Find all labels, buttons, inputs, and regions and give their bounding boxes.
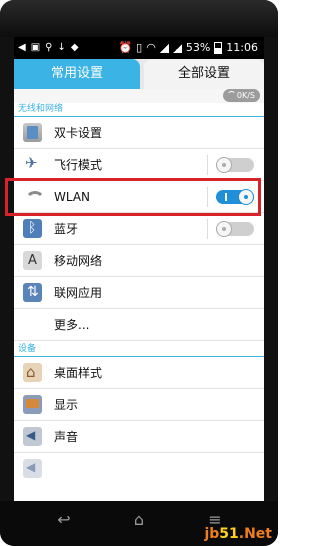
airplane-mode-toggle[interactable] <box>216 157 254 173</box>
section-header-wireless: 无线和网络 <box>14 103 264 117</box>
watermark-num: 51 <box>219 526 239 542</box>
row-label: 飞行模式 <box>54 158 103 172</box>
row-bluetooth[interactable]: 蓝牙 <box>14 213 264 245</box>
tab-bar: 常用设置 全部设置 <box>14 59 264 89</box>
tab-all-settings[interactable]: 全部设置 <box>144 59 264 89</box>
wifi-mini-icon <box>226 91 236 100</box>
row-label: 双卡设置 <box>54 126 103 140</box>
toggle-knob <box>216 221 232 237</box>
row-home-style[interactable]: 桌面样式 <box>14 357 264 389</box>
row-sound[interactable]: 声音 <box>14 421 264 453</box>
battery-percent: 53% <box>185 41 211 54</box>
clock: 11:06 <box>226 41 258 54</box>
wlan-highlight-box <box>5 178 261 216</box>
mobile-network-icon <box>23 251 42 270</box>
display-icon <box>23 395 42 414</box>
watermark-prefix: jb <box>204 526 220 542</box>
phone-bezel <box>0 0 278 37</box>
divider <box>207 155 208 175</box>
partial-row-icon <box>23 459 42 478</box>
network-apps-icon <box>23 283 42 302</box>
settings-screen: 常用设置 全部设置 0K/S 无线和网络 双卡设置 飞行模式 WLAN <box>14 59 264 501</box>
alarm-icon: ⏰ <box>118 41 133 54</box>
phone-frame: ◀ ▣ ⚲ ↓ ◆ ⏰ ▯ ◠ 53% 11:06 常用设置 全部设置 0K/S <box>0 0 278 546</box>
signal-icon-2 <box>172 43 182 53</box>
airplane-icon <box>23 154 42 174</box>
tab-common-settings[interactable]: 常用设置 <box>14 59 140 89</box>
navigation-bar: ↩ ⌂ ≡ jb51.Net <box>0 501 278 546</box>
watermark: jb51.Net <box>204 526 272 542</box>
usb-icon: ⚲ <box>45 42 53 53</box>
sound-icon <box>23 427 42 446</box>
back-icon[interactable]: ↩ <box>52 509 76 531</box>
row-airplane-mode[interactable]: 飞行模式 <box>14 149 264 181</box>
row-label: 联网应用 <box>54 286 103 300</box>
notification-icons: ◀ ▣ ⚲ ↓ ◆ <box>18 37 79 59</box>
battery-icon <box>214 42 223 54</box>
back-notification-icon: ◀ <box>18 42 26 53</box>
network-speed-badge: 0K/S <box>222 89 260 102</box>
watermark-suffix: .Net <box>238 526 272 542</box>
home-style-icon <box>23 363 42 382</box>
wifi-status-icon: ◠ <box>146 41 156 54</box>
home-icon[interactable]: ⌂ <box>127 509 151 531</box>
status-bar: ◀ ▣ ⚲ ↓ ◆ ⏰ ▯ ◠ 53% 11:06 <box>14 37 264 59</box>
row-network-apps[interactable]: 联网应用 <box>14 277 264 309</box>
speed-row: 0K/S <box>14 89 264 103</box>
shield-icon: ◆ <box>70 42 79 53</box>
bluetooth-icon <box>23 219 42 238</box>
signal-icon <box>159 43 169 53</box>
download-icon: ↓ <box>57 42 66 53</box>
row-label: 更多... <box>54 318 90 332</box>
status-icons: ⏰ ▯ ◠ 53% 11:06 <box>118 37 258 59</box>
row-label: 蓝牙 <box>54 222 79 236</box>
row-label: 移动网络 <box>54 254 103 268</box>
row-dual-sim[interactable]: 双卡设置 <box>14 117 264 149</box>
divider <box>207 219 208 239</box>
row-label: 声音 <box>54 430 79 444</box>
section-header-device: 设备 <box>14 343 264 357</box>
vibrate-icon: ▯ <box>136 41 143 54</box>
row-more[interactable]: 更多... <box>14 309 264 341</box>
dual-sim-icon <box>23 123 42 142</box>
network-speed: 0K/S <box>236 91 255 100</box>
row-display[interactable]: 显示 <box>14 389 264 421</box>
row-mobile-network[interactable]: 移动网络 <box>14 245 264 277</box>
screenshot-icon: ▣ <box>30 42 41 53</box>
toggle-knob <box>216 157 232 173</box>
row-label: 显示 <box>54 398 79 412</box>
bluetooth-toggle[interactable] <box>216 221 254 237</box>
row-partial <box>14 453 264 485</box>
row-label: 桌面样式 <box>54 366 103 380</box>
